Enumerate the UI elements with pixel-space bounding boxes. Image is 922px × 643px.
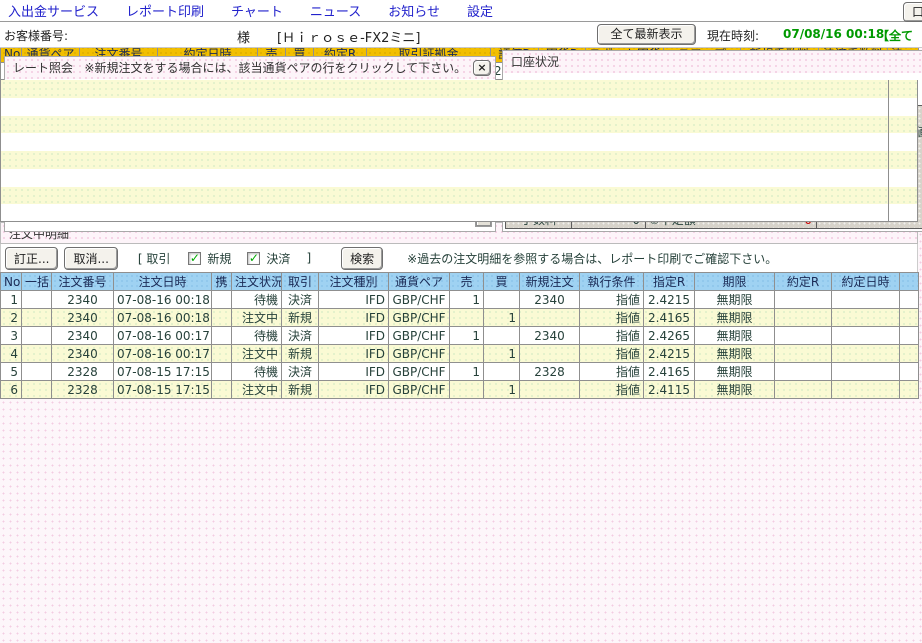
column-divider [888, 80, 889, 221]
order-row[interactable]: 4234007-08-16 00:17注文中新規IFDGBP/CHF1指値2.4… [1, 345, 919, 363]
account-panel-title: 口座状況 [511, 55, 559, 69]
order-cancel-button[interactable]: 取消... [64, 247, 117, 270]
clock-label: 現在時刻: [707, 27, 759, 44]
menu-deposit-withdrawal[interactable]: 入出金サービス [8, 1, 99, 20]
orders-table: No一括注文番号注文日時携注文状況取引注文種別通貨ペア売買新規注文執行条件指定R… [0, 272, 919, 399]
order-row[interactable]: 3234007-08-16 00:17待機決済IFDGBP/CHF12340指値… [1, 327, 919, 345]
menu-chart[interactable]: チャート [231, 1, 283, 20]
top-right-cut-button[interactable]: 口 [903, 2, 922, 22]
order-edit-button[interactable]: 訂正... [5, 247, 58, 270]
orders-note: ※過去の注文明細を参照する場合は、レポート印刷でご確認下さい。 [407, 250, 777, 267]
info-bar: お客様番号: 様 [Ｈｉｒｏｓｅ-FX2ミニ] 全て最新表示 現在時刻: 07/… [0, 22, 922, 48]
order-row[interactable]: 5232807-08-15 17:15待機決済IFDGBP/CHF12328指値… [1, 363, 919, 381]
filter-prefix: [ 取引 [138, 250, 171, 267]
menu-notices[interactable]: お知らせ [388, 1, 440, 20]
order-row[interactable]: 2234007-08-16 00:18注文中新規IFDGBP/CHF1指値2.4… [1, 309, 919, 327]
order-row[interactable]: 1234007-08-16 00:18待機決済IFDGBP/CHF12340指値… [1, 291, 919, 309]
close-icon[interactable]: × [473, 60, 491, 76]
refresh-all-button[interactable]: 全て最新表示 [597, 24, 696, 45]
orders-header-row: No一括注文番号注文日時携注文状況取引注文種別通貨ペア売買新規注文執行条件指定R… [1, 273, 919, 291]
rate-panel-title: レート照会 [13, 61, 73, 75]
new-order-checkbox[interactable]: ✓ [188, 252, 201, 265]
order-row[interactable]: 6232807-08-15 17:15注文中新規IFDGBP/CHF1指値2.4… [1, 381, 919, 399]
close-order-checkbox[interactable]: ✓ [247, 252, 260, 265]
orders-toolbar: 訂正... 取消... [ 取引 ✓ 新規 ✓ 決済 ] 検索 ※過去の注文明細… [0, 244, 918, 272]
menu-settings[interactable]: 設定 [467, 1, 493, 20]
rate-panel-note: ※新規注文をする場合には、該当通貨ペアの行をクリックして下さい。 [84, 61, 466, 75]
app-name: [Ｈｉｒｏｓｅ-FX2ミニ] [277, 27, 421, 46]
filter-suffix: ] [306, 251, 311, 265]
menu-bar: 入出金サービス レポート印刷 チャート ニュース お知らせ 設定 [0, 0, 922, 22]
account-panel-titlebar: 口座状況 [503, 51, 922, 73]
clock-note-cut: 【全て [877, 27, 913, 44]
menu-news[interactable]: ニュース [310, 1, 361, 20]
search-button[interactable]: 検索 [341, 247, 383, 270]
customer-suffix: 様 [237, 27, 250, 46]
orders-panel: 注文中明細 訂正... 取消... [ 取引 ✓ 新規 ✓ 決済 ] 検索 ※過… [0, 222, 918, 399]
menu-report-print[interactable]: レポート印刷 [126, 1, 204, 20]
clock-value: 07/08/16 00:18 [783, 27, 884, 41]
new-order-checkbox-label: 新規 [207, 250, 231, 267]
positions-empty-area [0, 80, 918, 222]
rate-panel-titlebar: レート照会 ※新規注文をする場合には、該当通貨ペアの行をクリックして下さい。 [5, 57, 495, 79]
close-order-checkbox-label: 決済 [266, 250, 290, 267]
customer-number-label: お客様番号: [4, 27, 68, 44]
